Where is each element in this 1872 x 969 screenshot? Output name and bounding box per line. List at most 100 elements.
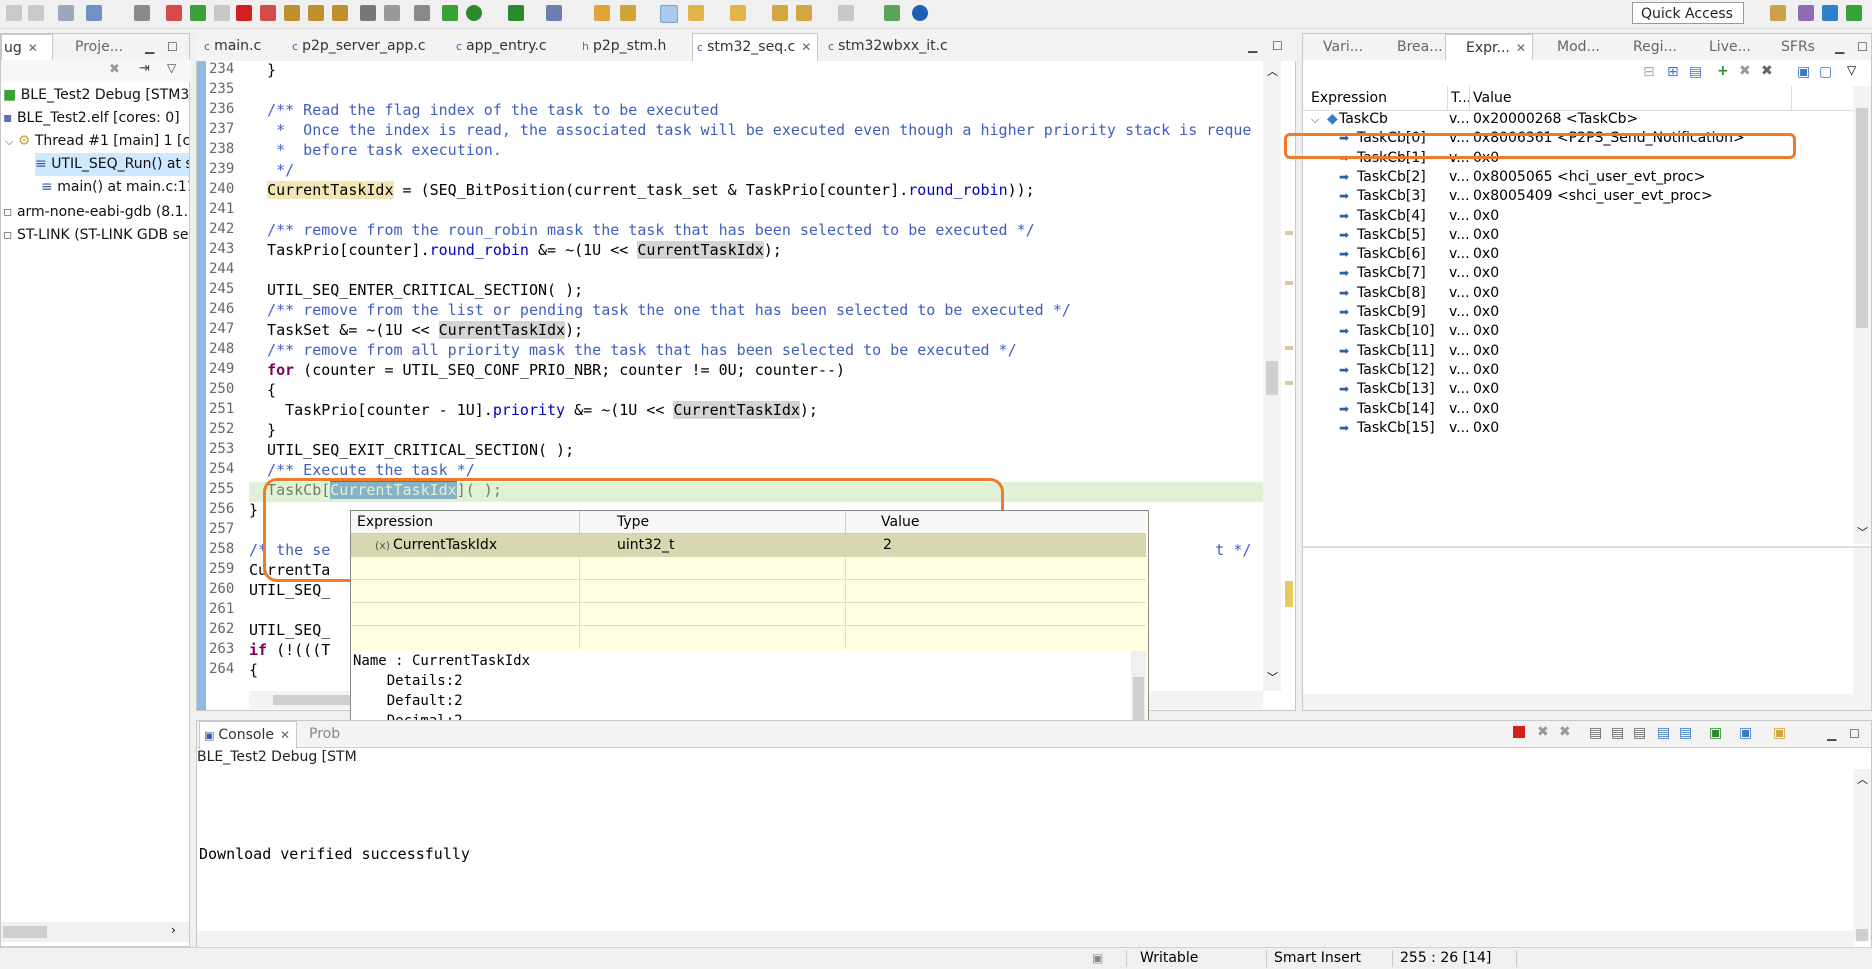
code-line[interactable]: /** remove from the list or pending task…: [249, 301, 1071, 319]
last-edit-location-icon[interactable]: [772, 5, 788, 21]
expression-row[interactable]: ➡ TaskCb[4] v... 0x0: [1303, 207, 1853, 226]
close-icon[interactable]: ✕: [28, 41, 38, 55]
debug-perspective-icon[interactable]: [1846, 5, 1862, 21]
refresh-icon[interactable]: [86, 5, 102, 21]
collapse-icon[interactable]: ⌵: [5, 135, 13, 148]
suspend-icon[interactable]: [214, 5, 230, 21]
toggle-mark-occurrences-icon[interactable]: [660, 5, 678, 23]
scroll-thumb[interactable]: [1266, 361, 1278, 395]
scroll-thumb[interactable]: [1856, 108, 1868, 328]
expression-row[interactable]: ➡ TaskCb[9] v... 0x0: [1303, 303, 1853, 322]
resume-icon[interactable]: [190, 5, 206, 21]
code-line[interactable]: }: [249, 61, 276, 79]
expression-row[interactable]: ➡ TaskCb[5] v... 0x0: [1303, 226, 1853, 245]
task-icon[interactable]: [620, 5, 636, 21]
instruction-stepping-icon[interactable]: [360, 5, 376, 21]
remove-terminated-icon[interactable]: ✖: [109, 62, 120, 77]
expressions-hscrollbar[interactable]: [1303, 694, 1871, 710]
col-value[interactable]: Value: [1473, 86, 1511, 110]
open-console-icon[interactable]: ▣: [1773, 725, 1786, 741]
tab-debug[interactable]: ug ✕: [1, 34, 53, 62]
show-on-output-icon[interactable]: ▤: [1657, 725, 1670, 741]
tree-item-stlink[interactable]: ▫ ST-LINK (ST-LINK GDB server): [3, 224, 189, 247]
tree-item-process[interactable]: ▪ BLE_Test2.elf [cores: 0]: [3, 107, 180, 130]
close-icon[interactable]: ✕: [801, 40, 811, 54]
tab-problems[interactable]: Prob: [301, 721, 340, 747]
collapse-all-icon[interactable]: ⊟: [1643, 64, 1655, 80]
show-on-error-icon[interactable]: ▤: [1679, 725, 1692, 741]
code-line[interactable]: /** Read the flag index of the task to b…: [249, 101, 719, 119]
minimize-icon[interactable]: ▁: [145, 40, 154, 54]
tab-app-entry[interactable]: c app_entry.c: [452, 33, 547, 59]
code-line[interactable]: UTIL_SEQ_ENTER_CRITICAL_SECTION( );: [249, 281, 583, 299]
maximize-icon[interactable]: ☐: [1849, 727, 1860, 741]
expression-row[interactable]: ➡ TaskCb[10] v... 0x0: [1303, 322, 1853, 341]
minimize-icon[interactable]: ▁: [1835, 40, 1844, 54]
tab-console[interactable]: ▣ Console ✕: [199, 721, 298, 749]
tab-p2p-stm-h[interactable]: h p2p_stm.h: [578, 33, 666, 59]
collapse-icon[interactable]: ⌵: [1311, 110, 1319, 129]
terminate-relaunch-icon[interactable]: [166, 5, 182, 21]
console-output[interactable]: Download verified successfully: [199, 845, 470, 863]
code-line[interactable]: /** remove from the roun_robin mask the …: [249, 221, 1035, 239]
tree-item-frame-main[interactable]: ≡ main() at main.c:11: [41, 176, 189, 199]
editor-vscrollbar[interactable]: ︿ ﹀: [1263, 61, 1281, 691]
maximize-icon[interactable]: ☐: [1272, 39, 1283, 53]
code-line[interactable]: TaskSet &= ~(1U << CurrentTaskIdx);: [249, 321, 583, 339]
view-menu-icon[interactable]: ▽: [1847, 63, 1856, 77]
tree-item-frame-run[interactable]: ≡ UTIL_SEQ_Run() at stm32_seq.c:255: [35, 153, 189, 176]
expression-row[interactable]: ➡ TaskCb[15] v... 0x0: [1303, 419, 1853, 438]
tab-modules[interactable]: Mod...: [1537, 34, 1600, 60]
cube-perspective-icon[interactable]: [1798, 5, 1814, 21]
view-menu-icon[interactable]: ▽: [167, 61, 176, 75]
tab-sfrs[interactable]: SFRs: [1759, 34, 1815, 60]
maximize-icon[interactable]: ☐: [1857, 40, 1868, 54]
tab-p2p-server-app[interactable]: c p2p_server_app.c: [288, 33, 426, 59]
console-vscrollbar[interactable]: ︿: [1853, 769, 1871, 941]
minimize-icon[interactable]: ▁: [1827, 727, 1836, 741]
terminate-icon[interactable]: [236, 5, 252, 21]
previous-annotation-icon[interactable]: [730, 5, 746, 21]
step-into-icon[interactable]: [284, 5, 300, 21]
hover-grid-row[interactable]: (x) CurrentTaskIdx uint32_t 2: [351, 534, 1146, 557]
code-line[interactable]: * Once the index is read, the associated…: [249, 121, 1251, 139]
quick-access-input[interactable]: Quick Access: [1632, 2, 1744, 24]
remove-all-terminated-icon[interactable]: ✖: [1559, 724, 1571, 740]
expression-row[interactable]: ➡ TaskCb[14] v... 0x0: [1303, 400, 1853, 419]
code-line[interactable]: if (!(((T: [249, 641, 330, 659]
restart-icon[interactable]: [384, 5, 400, 21]
expression-row[interactable]: ➡ TaskCb[3] v... 0x8005409 <shci_user_evt_p…: [1303, 187, 1853, 206]
pin-icon[interactable]: ▢: [1819, 64, 1832, 80]
close-icon[interactable]: ✕: [280, 728, 290, 742]
tree-item-gdb[interactable]: ▫ arm-none-eabi-gdb (8.1.: [3, 201, 188, 224]
save-icon[interactable]: [6, 5, 22, 21]
detail-vscrollbar[interactable]: [1853, 548, 1871, 698]
save-all-icon[interactable]: [28, 5, 44, 21]
external-tools-icon[interactable]: [546, 5, 562, 21]
minimize-icon[interactable]: ▁: [1248, 39, 1257, 53]
scroll-right-icon[interactable]: ›: [171, 923, 176, 937]
step-over-icon[interactable]: [308, 5, 324, 21]
expression-row[interactable]: ➡ TaskCb[2] v... 0x8005065 <hci_user_evt_pr…: [1303, 168, 1853, 187]
open-type-icon[interactable]: [594, 5, 610, 21]
show-type-names-icon[interactable]: ⊞: [1667, 64, 1679, 80]
coverage-icon[interactable]: [508, 5, 524, 21]
tab-main-c[interactable]: c main.c: [200, 33, 261, 59]
code-line[interactable]: {: [249, 661, 258, 679]
scroll-lock-icon[interactable]: ▤: [1611, 725, 1624, 741]
code-line[interactable]: UTIL_SEQ_: [249, 581, 330, 599]
scroll-thumb[interactable]: [3, 926, 47, 938]
scroll-down-icon[interactable]: ﹀: [1857, 524, 1868, 540]
code-line[interactable]: }: [249, 501, 258, 519]
display-console-icon[interactable]: ▣: [1739, 725, 1752, 741]
mx-perspective-icon[interactable]: [1822, 5, 1838, 21]
code-line[interactable]: for (counter = UTIL_SEQ_CONF_PRIO_NBR; c…: [249, 361, 845, 379]
reset-chip-icon[interactable]: [414, 5, 430, 21]
skip-breakpoints-icon[interactable]: [134, 5, 150, 21]
tree-item-thread[interactable]: ⌵ ⚙ Thread #1 [main] 1 [core: 0] (Suspen…: [5, 130, 189, 153]
debug-icon[interactable]: [442, 5, 458, 21]
run-icon[interactable]: [466, 5, 482, 21]
word-wrap-icon[interactable]: ▤: [1633, 725, 1646, 741]
info-icon[interactable]: [912, 5, 928, 21]
tree-item-launch[interactable]: ■ BLE_Test2 Debug [STM32 Cortex-M C/C++ …: [3, 84, 189, 107]
